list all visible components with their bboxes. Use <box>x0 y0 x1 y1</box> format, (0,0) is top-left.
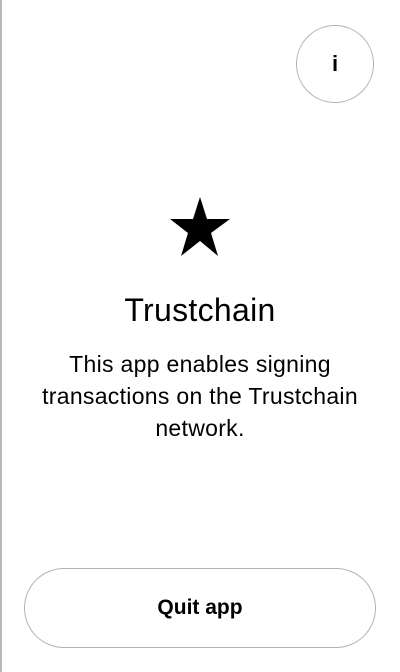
info-button[interactable]: i <box>296 25 374 103</box>
quit-app-label: Quit app <box>157 596 243 619</box>
app-description: This app enables signing transactions on… <box>42 351 358 441</box>
screen-left-border <box>0 0 2 672</box>
quit-app-button[interactable]: Quit app <box>24 568 376 648</box>
info-icon: i <box>331 51 339 76</box>
star-icon <box>170 197 230 256</box>
app-title: Trustchain <box>124 292 276 328</box>
